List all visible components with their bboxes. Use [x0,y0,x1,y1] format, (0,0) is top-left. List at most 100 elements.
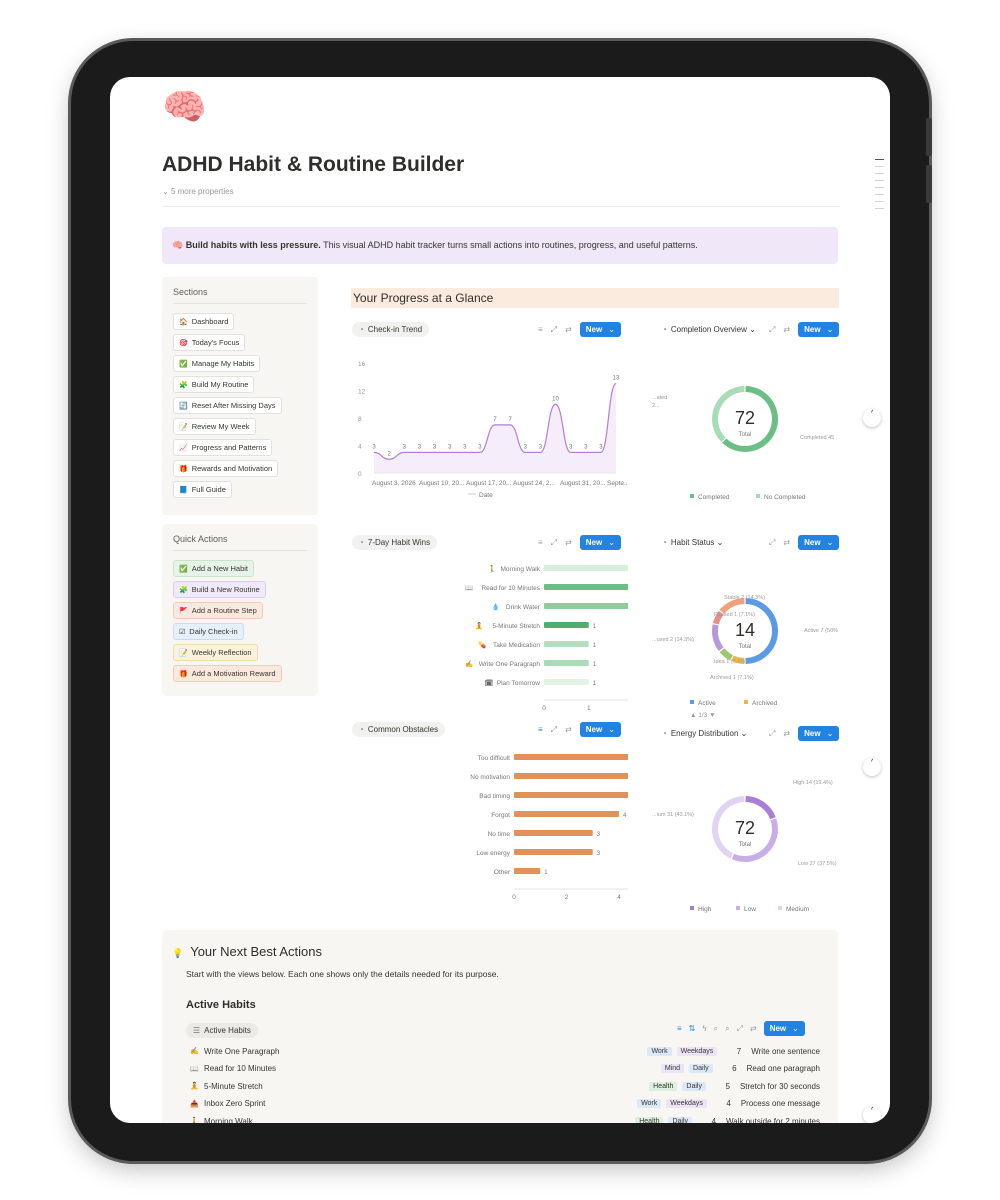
table-row[interactable]: ✍ Write One Paragraph Work Weekdays 7 Wr… [190,1043,820,1059]
new-button[interactable]: New ⌄ [763,1021,805,1036]
expand-icon[interactable]: ⤢ [769,325,775,335]
expand-icon[interactable]: ⤢ [551,725,557,735]
new-button[interactable]: New ⌄ [579,722,621,737]
data-label: 3 [418,444,422,450]
more-properties-toggle[interactable]: ⌄ 5 more properties [162,187,234,196]
table-of-contents[interactable] [875,159,884,215]
sections-panel: Sections 🏠 Dashboard 🎯 Today's Focus ✅ Manage… [162,277,318,515]
chart-icon: ◔ [662,324,667,334]
section-link[interactable]: 📝 Review My Week [173,418,256,435]
wins-toolbar: ≡ ⤢ ⇄ New ⌄ [538,535,621,550]
new-button[interactable]: New ⌄ [579,535,621,550]
data-label: 7 [493,417,497,423]
new-button[interactable]: New ⌄ [579,322,621,337]
quick-action-label: Weekly Reflection [191,648,252,657]
new-button[interactable]: New ⌄ [798,726,840,741]
total-label: Total [739,644,752,650]
settings-icon[interactable]: ⇄ [783,538,790,547]
new-label: New [585,325,603,334]
section-label: Full Guide [191,485,226,494]
bar [514,849,593,855]
streak-value: 4 [711,1116,717,1124]
settings-icon[interactable]: ⇄ [565,325,572,334]
tiny-step: Walk outside for 2 minutes [726,1116,820,1124]
quick-action-label: Daily Check-in [189,627,238,636]
habit-wins-tab[interactable]: ◔ 7-Day Habit Wins [352,534,438,550]
new-label: New [804,538,821,547]
table-row[interactable]: 🚶 Morning Walk Health Daily 4 Walk outsi… [190,1113,820,1123]
section-link[interactable]: 🎯 Today's Focus [173,334,246,351]
filter-icon[interactable]: ≡ [677,1024,682,1033]
section-link[interactable]: ✅ Manage My Habits [173,355,261,372]
energy-distribution-tab[interactable]: ◔ Energy Distribution ⌄ [655,725,755,741]
section-link[interactable]: 🔄 Reset After Missing Days [173,397,282,414]
quick-action-button[interactable]: 🧩 Build a New Routine [173,581,266,598]
brain-icon[interactable]: 🧠 [162,89,207,125]
comment-icon[interactable]: ࠤ [863,758,881,776]
zoom-icon[interactable]: ⌕ [714,1024,718,1034]
settings-icon[interactable]: ⇄ [565,538,572,547]
expand-icon[interactable]: ⤢ [769,729,775,739]
section-link[interactable]: 🏠 Dashboard [173,313,235,330]
category-icon: 🚶 [488,565,496,573]
section-label: Manage My Habits [191,359,255,368]
section-link[interactable]: 🎁 Rewards and Motivation [173,460,279,477]
quick-action-button[interactable]: 🎁 Add a Motivation Reward [173,665,282,682]
habit-status-tab[interactable]: ◔ Habit Status ⌄ [655,534,731,550]
completion-overview-tab[interactable]: ◔ Completion Overview ⌄ [655,321,763,337]
checkin-trend-tab[interactable]: ◔ Check-in Trend [352,321,430,337]
quick-action-label: Add a Motivation Reward [191,669,276,678]
table-row[interactable]: 🧘 5-Minute Stretch Health Daily 5 Stretc… [190,1078,820,1094]
x-tick-label: Septe... [607,480,628,487]
legend-swatch [778,906,782,910]
filter-icon[interactable]: ≡ [538,325,543,334]
habit-icon: 📥 [190,1100,199,1108]
callout-text: This visual ADHD habit tracker turns sma… [320,240,698,250]
expand-icon[interactable]: ⤢ [551,325,557,335]
streak-value: 7 [736,1046,742,1056]
next-actions-title-text: Your Next Best Actions [190,944,322,959]
settings-icon[interactable]: ⇄ [783,729,790,738]
new-button[interactable]: New ⌄ [798,535,840,550]
data-label: 3 [539,444,543,450]
new-button[interactable]: New ⌄ [798,322,840,337]
quick-action-button[interactable]: 📝 Weekly Reflection [173,644,258,661]
quick-action-button[interactable]: 🚩 Add a Routine Step [173,602,263,619]
settings-icon[interactable]: ⇄ [783,325,790,334]
section-link[interactable]: 📈 Progress and Patterns [173,439,273,456]
area-tag: Health [649,1081,678,1091]
comment-icon[interactable]: ࠤ [863,1106,881,1123]
y-tick-label: 12 [358,389,366,396]
quick-action-button[interactable]: ✅ Add a New Habit [173,560,254,577]
bar [544,660,589,666]
category-icon: 🗓 [485,679,493,687]
chevron-down-icon: ⌄ [740,728,748,738]
section-link[interactable]: 📘 Full Guide [173,481,232,498]
pie-slice [745,796,776,820]
expand-icon[interactable]: ⤢ [551,538,557,548]
bar [544,622,589,628]
table-row[interactable]: 📖 Read for 10 Minutes Mind Daily 6 Read … [190,1061,820,1077]
active-habits-view-tab[interactable]: ☰ Active Habits [186,1020,258,1038]
filter-icon[interactable]: ≡ [538,725,543,734]
settings-icon[interactable]: ⇄ [565,725,572,734]
slice-label: ...used 2 (14.3%) [652,637,694,643]
comment-icon[interactable]: ࠤ [863,409,881,427]
energy-toolbar: ⤢ ⇄ New ⌄ [769,726,840,741]
legend-swatch [736,906,740,910]
automation-icon[interactable]: ϟ [702,1024,706,1033]
sort-icon[interactable]: ⇅ [689,1024,696,1033]
expand-icon[interactable]: ⤢ [769,538,775,548]
quick-action-button[interactable]: ☑ Daily Check-in [173,623,244,640]
data-label: 3 [463,444,467,450]
total-value: 14 [735,620,755,640]
filter-icon[interactable]: ≡ [538,538,543,547]
expand-icon[interactable]: ⤢ [737,1024,743,1034]
search-icon[interactable]: ⌕ [725,1024,729,1034]
table-row[interactable]: 📥 Inbox Zero Sprint Work Weekdays 4 Proc… [190,1096,820,1112]
section-link[interactable]: 🧩 Build My Routine [173,376,255,393]
category-label: Low energy [476,850,510,857]
settings-icon[interactable]: ⇄ [750,1024,757,1033]
completion-toolbar: ⤢ ⇄ New ⌄ [769,322,840,337]
common-obstacles-tab[interactable]: ◔ Common Obstacles [352,721,446,737]
